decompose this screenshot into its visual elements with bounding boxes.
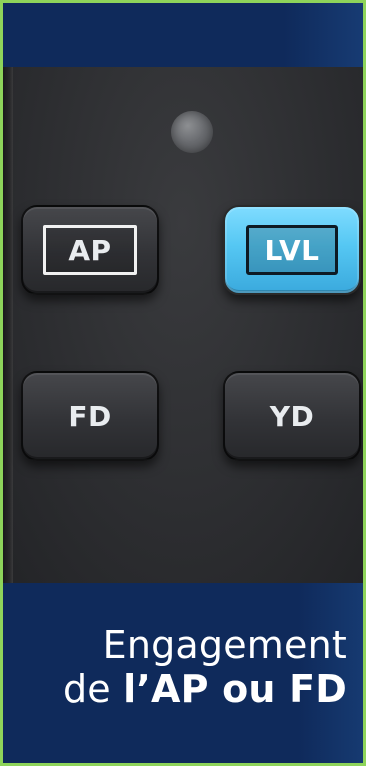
yd-button-label: YD xyxy=(269,399,315,433)
lvl-button[interactable]: LVL xyxy=(223,205,361,295)
fd-button[interactable]: FD xyxy=(21,371,159,461)
panel-left-edge xyxy=(3,67,13,583)
top-band xyxy=(3,3,363,67)
caption-text: Engagement de l’AP ou FD xyxy=(17,623,347,711)
ap-button-label-box: AP xyxy=(43,225,137,275)
caption-area: Engagement de l’AP ou FD xyxy=(3,583,363,763)
caption-line-2-prefix: de xyxy=(62,667,124,712)
indicator-light xyxy=(171,111,213,153)
caption-line-2-bold: l’AP ou FD xyxy=(123,667,347,712)
ap-button-label: AP xyxy=(68,233,112,267)
caption-line-2: de l’AP ou FD xyxy=(17,667,347,711)
yd-button[interactable]: YD xyxy=(223,371,361,461)
fd-button-label: FD xyxy=(68,399,112,433)
ap-button[interactable]: AP xyxy=(21,205,159,295)
lvl-button-label-box: LVL xyxy=(246,225,338,275)
caption-line-1: Engagement xyxy=(102,623,347,667)
lvl-button-label: LVL xyxy=(264,233,320,267)
slide-frame: AP LVL FD YD Engagement de l’AP ou FD xyxy=(0,0,366,766)
